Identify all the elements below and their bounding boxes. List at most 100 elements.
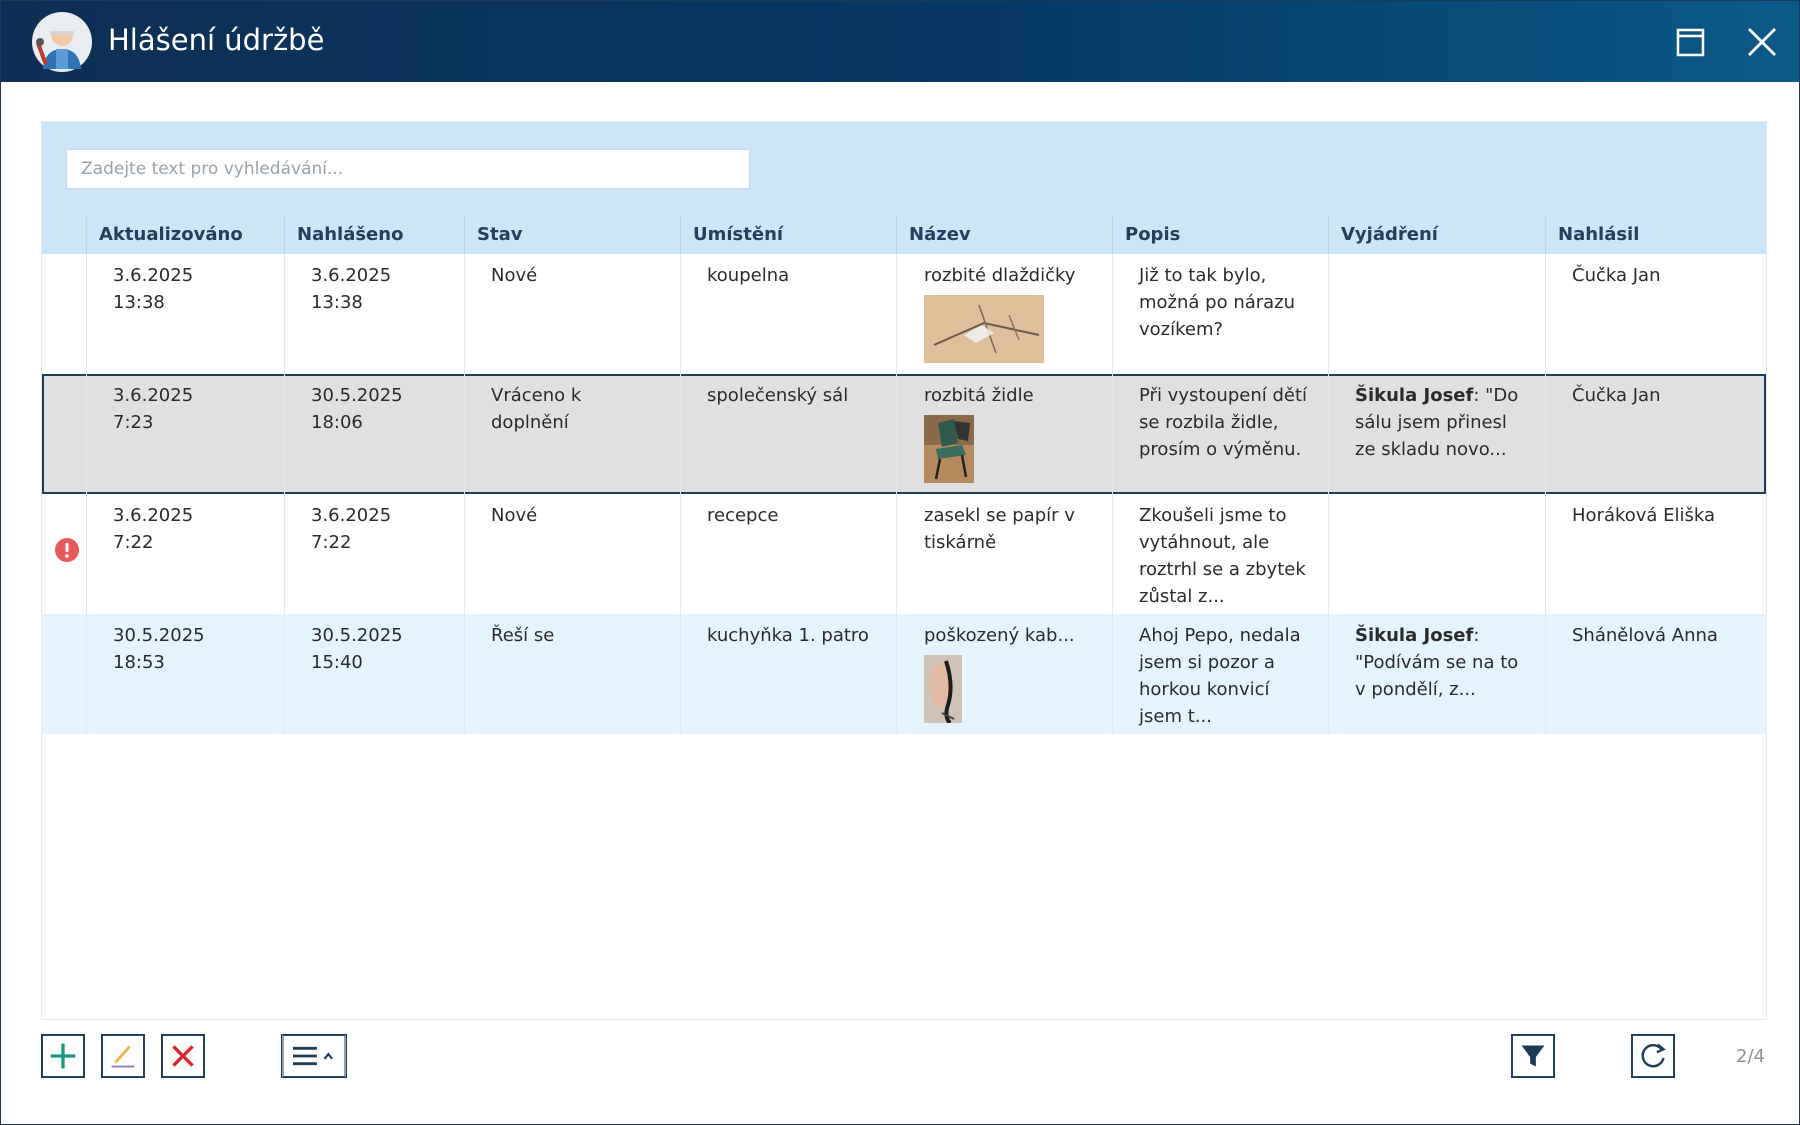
- reports-panel: Aktualizováno Nahlášeno Stav Umístění Ná…: [41, 121, 1767, 1020]
- description-line: Již to tak bylo,: [1139, 265, 1267, 286]
- header-updated[interactable]: Aktualizováno: [87, 216, 285, 254]
- search-bar: [42, 122, 1766, 216]
- status-text-line2: doplnění: [491, 412, 569, 433]
- description-line: horkou konvicí: [1139, 679, 1270, 700]
- cell-status: Nové: [465, 494, 681, 614]
- updated-time: 13:38: [113, 292, 165, 313]
- row-indicator: [42, 614, 87, 734]
- name-text: poškozený kab...: [924, 625, 1075, 646]
- cell-description: Zkoušeli jsme to vytáhnout, ale roztrhl …: [1113, 494, 1329, 614]
- description-line: vytáhnout, ale: [1139, 532, 1270, 553]
- description-line: vozíkem?: [1139, 319, 1224, 340]
- status-text: Vráceno k: [491, 385, 582, 406]
- delete-button[interactable]: [161, 1034, 205, 1078]
- description-line: Při vystoupení dětí: [1139, 385, 1308, 406]
- description-line: jsem t...: [1139, 706, 1212, 727]
- header-location[interactable]: Umístění: [681, 216, 897, 254]
- table-row[interactable]: 3.6.2025 13:38 3.6.2025 13:38 Nové koupe…: [42, 254, 1766, 374]
- cell-status: Vráceno k doplnění: [465, 374, 681, 494]
- reported-date: 30.5.2025: [311, 385, 403, 406]
- reported-time: 13:38: [311, 292, 363, 313]
- broken-tiles-thumbnail[interactable]: [924, 295, 1044, 363]
- damaged-cable-thumbnail[interactable]: [924, 655, 962, 723]
- cell-status: Nové: [465, 254, 681, 374]
- status-text: Řeší se: [491, 625, 555, 646]
- cell-location: společenský sál: [681, 374, 897, 494]
- app-window: Hlášení údržbě Aktualizováno Nahlášeno S…: [0, 0, 1800, 1125]
- location-text: společenský sál: [707, 385, 849, 406]
- updated-date: 30.5.2025: [113, 625, 205, 646]
- header-reporter[interactable]: Nahlásil: [1546, 216, 1766, 254]
- cell-location: koupelna: [681, 254, 897, 374]
- table-row-selected[interactable]: 3.6.2025 7:23 30.5.2025 18:06 Vráceno k …: [42, 374, 1766, 494]
- updated-date: 3.6.2025: [113, 385, 194, 406]
- header-name[interactable]: Název: [897, 216, 1113, 254]
- description-line: prosím o výměnu.: [1139, 439, 1302, 460]
- description-line: jsem si pozor a: [1139, 652, 1275, 673]
- cell-reporter: Čučka Jan: [1546, 374, 1766, 494]
- description-line: možná po nárazu: [1139, 292, 1296, 313]
- response-line: :: [1473, 625, 1480, 646]
- technician-avatar-icon: [32, 12, 92, 72]
- cell-reporter: Čučka Jan: [1546, 254, 1766, 374]
- reported-time: 7:22: [311, 532, 352, 553]
- maximize-icon[interactable]: [1667, 19, 1713, 65]
- reported-time: 15:40: [311, 652, 363, 673]
- location-text: koupelna: [707, 265, 790, 286]
- reporter-text: Horáková Eliška: [1572, 505, 1716, 526]
- reporter-text: Čučka Jan: [1572, 385, 1661, 406]
- reported-date: 3.6.2025: [311, 265, 392, 286]
- updated-date: 3.6.2025: [113, 505, 194, 526]
- row-indicator: [42, 254, 87, 374]
- cell-response: Šikula Josef: "Podívám se na to v ponděl…: [1329, 614, 1546, 734]
- search-input[interactable]: [66, 149, 750, 189]
- row-indicator: [42, 374, 87, 494]
- response-line: v pondělí, z...: [1355, 679, 1476, 700]
- broken-chair-thumbnail[interactable]: [924, 415, 974, 483]
- table-row[interactable]: 30.5.2025 18:53 30.5.2025 15:40 Řeší se …: [42, 614, 1766, 734]
- response-line: ze skladu novo...: [1355, 439, 1507, 460]
- header-response[interactable]: Vyjádření: [1329, 216, 1546, 254]
- description-line: Ahoj Pepo, nedala: [1139, 625, 1301, 646]
- cell-name: rozbitá židle: [897, 374, 1113, 494]
- cell-response: [1329, 494, 1546, 614]
- header-indicator-column: [42, 216, 87, 254]
- refresh-button[interactable]: [1631, 1034, 1675, 1078]
- cell-name: rozbité dlaždičky: [897, 254, 1113, 374]
- response-author: Šikula Josef: [1355, 625, 1474, 646]
- cell-reported: 30.5.2025 15:40: [285, 614, 465, 734]
- location-text: recepce: [707, 505, 779, 526]
- header-reported[interactable]: Nahlášeno: [285, 216, 465, 254]
- pager-counter: 2/4: [1736, 1046, 1765, 1067]
- cell-reported: 3.6.2025 7:22: [285, 494, 465, 614]
- cell-description: Při vystoupení dětí se rozbila židle, pr…: [1113, 374, 1329, 494]
- name-text: rozbité dlaždičky: [924, 265, 1076, 286]
- cell-reported: 3.6.2025 13:38: [285, 254, 465, 374]
- response-line: : "Do: [1473, 385, 1519, 406]
- cell-name: zasekl se papír v tiskárně: [897, 494, 1113, 614]
- cell-response: [1329, 254, 1546, 374]
- name-text: zasekl se papír v tiskárně: [924, 505, 1075, 553]
- header-status[interactable]: Stav: [465, 216, 681, 254]
- updated-time: 7:22: [113, 532, 154, 553]
- edit-button[interactable]: [101, 1034, 145, 1078]
- updated-date: 3.6.2025: [113, 265, 194, 286]
- table-row[interactable]: 3.6.2025 7:22 3.6.2025 7:22 Nové recepce…: [42, 494, 1766, 614]
- response-line: "Podívám se na to: [1355, 652, 1519, 673]
- header-description[interactable]: Popis: [1113, 216, 1329, 254]
- cell-reported: 30.5.2025 18:06: [285, 374, 465, 494]
- location-text: kuchyňka 1. patro: [707, 625, 869, 646]
- close-icon[interactable]: [1739, 19, 1785, 65]
- cell-updated: 3.6.2025 7:23: [87, 374, 285, 494]
- cell-status: Řeší se: [465, 614, 681, 734]
- response-line: sálu jsem přinesl: [1355, 412, 1507, 433]
- add-button[interactable]: [41, 1034, 85, 1078]
- reported-time: 18:06: [311, 412, 363, 433]
- window-title: Hlášení údržbě: [108, 23, 325, 57]
- cell-location: kuchyňka 1. patro: [681, 614, 897, 734]
- status-text: Nové: [491, 265, 538, 286]
- filter-button[interactable]: [1511, 1034, 1555, 1078]
- description-line: roztrhl se a zbytek: [1139, 559, 1306, 580]
- reported-date: 30.5.2025: [311, 625, 403, 646]
- menu-button[interactable]: [281, 1034, 347, 1078]
